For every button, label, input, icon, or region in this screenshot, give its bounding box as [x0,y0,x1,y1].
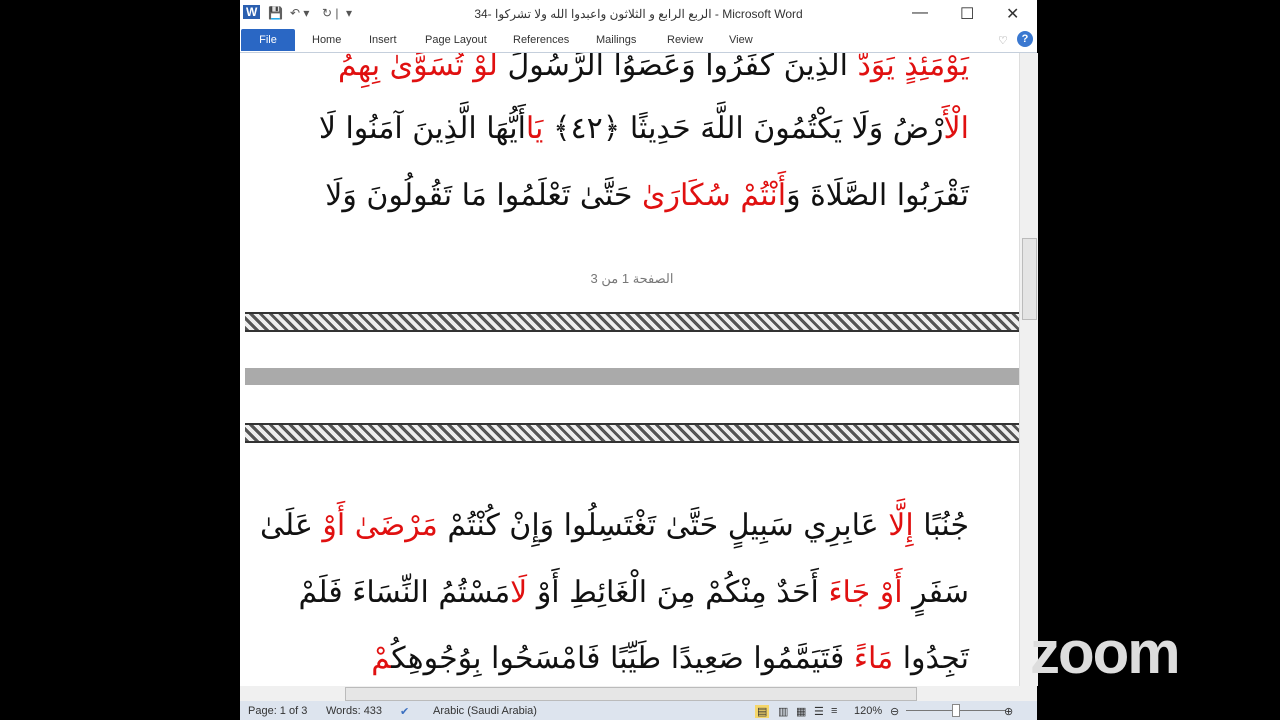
text-line: تَقْرَبُوا الصَّلَاةَ وَأَنْتُمْ سُكَارَ… [293,178,969,213]
title-bar: W 💾 ↶ ▾ ↻ | ▾ 34- الربع الرابع و الثلاثو… [240,0,1037,28]
zoom-slider-thumb[interactable] [952,704,960,717]
text-line: جُنُبًا إِلَّا عَابِرِي سَبِيلٍ حَتَّىٰ … [260,508,969,543]
horizontal-scrollbar[interactable] [240,686,1037,701]
zoom-in-button[interactable]: ⊕ [1004,705,1013,718]
highlighted-word: سُكَارَىٰ [642,178,741,213]
highlighted-word: يَا [525,111,544,146]
highlighted-word: لَوْ تُسَوَّىٰ [389,53,498,83]
page-border [245,312,1019,332]
highlighted-word: يَوْمَئِذٍ [904,53,969,83]
minimize-button[interactable]: — [912,4,928,22]
text-segment: أَيُّهَا الَّذِينَ آمَنُوا لَا [318,111,526,146]
highlighted-word: الْأَ [943,111,969,146]
language[interactable]: Arabic (Saudi Arabia) [433,705,537,717]
document-area[interactable]: يَوْمَئِذٍ يَوَدُّ الَّذِينَ كَفَرُوا وَ… [245,53,1019,686]
text-segment: جُنُبًا [913,508,969,543]
word-count[interactable]: Words: 433 [326,705,382,717]
tab-review[interactable]: Review [667,34,703,46]
tab-page-layout[interactable]: Page Layout [425,34,487,46]
text-segment: امَسْتُمُ النِّسَاءَ فَلَمْ [298,575,511,610]
text-segment: الَّذِينَ كَفَرُوا وَعَصَوُا الرَّسُولَ [497,53,848,83]
text-line: سَفَرٍ أَوْ جَاءَ أَحَدٌ مِنْكُمْ مِنَ ا… [293,575,969,610]
highlighted-word: أَنْتُمْ [740,178,787,213]
text-segment: أَحَدٌ مِنْكُمْ مِنَ الْغَائِطِ أَوْ [527,575,829,610]
highlighted-word: أَوْ جَاءَ [828,575,903,610]
text-segment: فَتَيَمَّمُوا صَعِيدًا طَيِّبًا فَامْسَح… [391,641,854,676]
text-segment: سَفَرٍ [902,575,969,610]
tab-mailings[interactable]: Mailings [596,34,636,46]
highlighted-word: مَرْضَىٰ [354,508,438,543]
text-segment: رْضُ وَلَا يَكْتُمُونَ اللَّهَ حَدِيثًا … [543,111,944,146]
proofing-icon[interactable]: ✔ [400,705,409,718]
maximize-button[interactable]: ☐ [960,4,974,24]
zoom-logo: zoom [1030,619,1181,686]
page-border [245,423,1019,443]
highlighted-word: مَاءً [853,641,894,676]
text-line: الْأَرْضُ وَلَا يَكْتُمُونَ اللَّهَ حَدِ… [293,111,969,146]
tab-view[interactable]: View [729,34,753,46]
text-line: يَوْمَئِذٍ يَوَدُّ الَّذِينَ كَفَرُوا وَ… [293,53,969,83]
text-segment: حَتَّىٰ تَعْلَمُوا مَا تَقُولُونَ وَلَا [325,178,642,213]
highlighted-word: مْ [371,641,392,676]
text-line: تَجِدُوا مَاءً فَتَيَمَّمُوا صَعِيدًا طَ… [293,641,969,676]
full-screen-reading-icon[interactable]: ▥ [778,705,788,718]
tab-home[interactable]: Home [312,34,341,46]
tab-file[interactable]: File [241,29,295,51]
page-gap [245,368,1019,385]
text-segment: عَابِرِي سَبِيلٍ حَتَّىٰ تَغْتَسِلُوا وَ… [437,508,889,543]
zoom-out-button[interactable]: ⊖ [890,705,899,718]
page-count[interactable]: Page: 1 of 3 [248,705,307,717]
text-segment: تَجِدُوا [893,641,969,676]
page-footer: الصفحة 1 من 3 [590,271,674,286]
outline-icon[interactable]: ☰ [814,705,824,718]
tab-references[interactable]: References [513,34,569,46]
minimize-ribbon-icon[interactable]: ♡ [998,34,1008,47]
text-segment: عَلَىٰ [260,508,323,543]
vertical-scrollbar[interactable] [1019,53,1038,686]
help-icon[interactable]: ? [1017,31,1033,47]
status-bar: Page: 1 of 3 Words: 433 ✔ Arabic (Saudi … [240,701,1037,720]
highlighted-word: بِهِمُ [337,53,390,83]
draft-icon[interactable]: ≡ [831,705,837,717]
word-window: W 💾 ↶ ▾ ↻ | ▾ 34- الربع الرابع و الثلاثو… [240,0,1038,720]
highlighted-word: إِلَّا [888,508,914,543]
highlighted-word: أَوْ [322,508,355,543]
highlighted-word: يَوَدُّ [848,53,905,83]
ribbon-tabs: File Home Insert Page Layout References … [240,28,1037,53]
close-button[interactable]: ✕ [1006,4,1019,24]
highlighted-word: لَ [510,575,528,610]
text-segment: تَقْرَبُوا الصَّلَاةَ وَ [786,178,969,213]
zoom-level[interactable]: 120% [854,705,882,717]
scroll-thumb[interactable] [1022,238,1037,320]
print-layout-icon[interactable]: ▤ [755,705,770,718]
scroll-thumb[interactable] [345,687,917,701]
tab-insert[interactable]: Insert [369,34,397,46]
web-layout-icon[interactable]: ▦ [796,705,806,718]
